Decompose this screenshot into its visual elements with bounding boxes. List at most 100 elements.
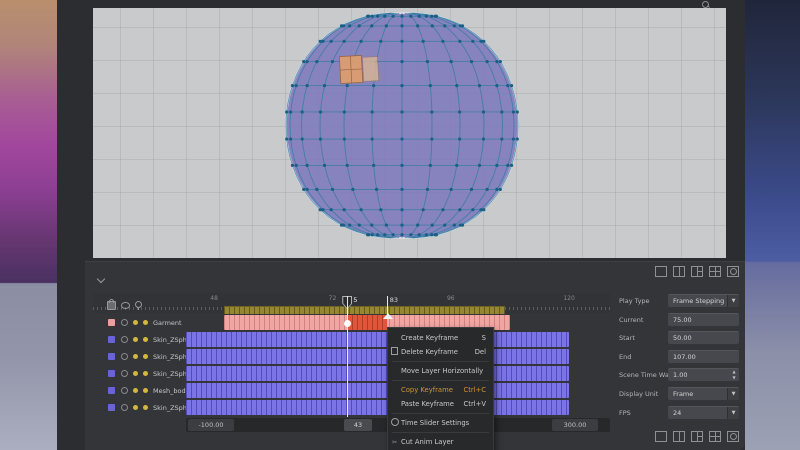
- layer-row[interactable]: Skin_ZSphere1_35: [93, 400, 610, 415]
- mesh-vertex[interactable]: [418, 15, 421, 18]
- layer-toggle-icon[interactable]: [121, 387, 128, 394]
- keyframe-dot-icon[interactable]: [143, 337, 148, 342]
- layout-timer-icon[interactable]: [727, 266, 739, 277]
- layer-row[interactable]: Skin_ZSphere1_25: [93, 349, 610, 364]
- play-type-dropdown[interactable]: Frame Stepping▼: [668, 294, 739, 307]
- mesh-vertex[interactable]: [321, 208, 324, 211]
- mesh-vertex[interactable]: [370, 24, 373, 27]
- mesh-vertex[interactable]: [343, 137, 346, 140]
- mesh-vertex[interactable]: [512, 137, 515, 140]
- play-range-bar[interactable]: [224, 306, 505, 314]
- mesh-vertex[interactable]: [471, 40, 474, 43]
- mesh-vertex[interactable]: [400, 208, 403, 211]
- layout-grid-icon[interactable]: [709, 431, 721, 442]
- menu-item-copy-keyframe[interactable]: Copy KeyframeCtrl+C: [388, 383, 493, 397]
- mesh-vertex[interactable]: [385, 24, 388, 27]
- layer-row[interactable]: Skin_ZSphere1_65: [93, 332, 610, 347]
- mesh-vertex[interactable]: [506, 164, 509, 167]
- mesh-vertex[interactable]: [385, 224, 388, 227]
- mesh-vertex[interactable]: [425, 233, 428, 236]
- scene-time-warp-spinner[interactable]: 1.00▲▼: [668, 368, 739, 381]
- mesh-vertex[interactable]: [461, 224, 464, 227]
- mesh-vertex[interactable]: [371, 137, 374, 140]
- layout-split-icon[interactable]: [673, 431, 685, 442]
- mesh-vertex[interactable]: [495, 164, 498, 167]
- mesh-vertex[interactable]: [422, 208, 425, 211]
- range-max-field[interactable]: 300.00: [552, 419, 598, 431]
- mesh-vertex[interactable]: [482, 208, 485, 211]
- mesh-vertex[interactable]: [330, 40, 333, 43]
- mesh-vertex[interactable]: [331, 188, 334, 191]
- mesh-vertex[interactable]: [482, 110, 485, 113]
- mesh-vertex[interactable]: [289, 137, 292, 140]
- display-unit-dropdown[interactable]: Frame▼: [668, 387, 739, 400]
- mesh-vertex[interactable]: [431, 24, 434, 27]
- mesh-vertex[interactable]: [470, 60, 473, 63]
- mesh-vertex[interactable]: [400, 224, 403, 227]
- mesh-vertex[interactable]: [400, 110, 403, 113]
- mesh-vertex[interactable]: [301, 110, 304, 113]
- menu-item-time-slider-settings[interactable]: Time Slider Settings: [388, 416, 493, 430]
- menu-item-paste-keyframe[interactable]: Paste KeyframeCtrl+V: [388, 397, 493, 411]
- mesh-vertex[interactable]: [499, 60, 502, 63]
- mesh-vertex[interactable]: [516, 137, 519, 140]
- mesh-vertex[interactable]: [400, 40, 403, 43]
- mesh-vertex[interactable]: [409, 233, 412, 236]
- layout-single-icon[interactable]: [655, 266, 667, 277]
- layer-toggle-icon[interactable]: [121, 336, 128, 343]
- mesh-vertex[interactable]: [348, 24, 351, 27]
- layer-toggle-icon[interactable]: [121, 370, 128, 377]
- layer-row[interactable]: Mesh_body_ZB_G: [93, 383, 610, 398]
- layer-row[interactable]: Garment: [93, 315, 610, 330]
- mesh-vertex[interactable]: [323, 164, 326, 167]
- mesh-vertex[interactable]: [471, 208, 474, 211]
- mesh-vertex[interactable]: [306, 164, 309, 167]
- mesh-vertex[interactable]: [400, 233, 403, 236]
- spinner-arrows-icon[interactable]: ▲▼: [729, 369, 739, 381]
- mesh-vertex[interactable]: [478, 84, 481, 87]
- mesh-vertex[interactable]: [302, 60, 305, 63]
- mesh-vertex[interactable]: [500, 137, 503, 140]
- mesh-vertex[interactable]: [479, 208, 482, 211]
- dropdown-arrow-icon[interactable]: ▼: [727, 388, 739, 400]
- mesh-vertex[interactable]: [441, 208, 444, 211]
- mesh-vertex[interactable]: [431, 224, 434, 227]
- layer-color-chip[interactable]: [108, 336, 115, 343]
- menu-item-create-keyframe[interactable]: Create KeyframeS: [388, 331, 493, 345]
- mesh-vertex[interactable]: [372, 84, 375, 87]
- mesh-vertex[interactable]: [430, 110, 433, 113]
- layer-toggle-icon[interactable]: [121, 319, 128, 326]
- keyframe-dot-icon[interactable]: [133, 320, 138, 325]
- mesh-vertex[interactable]: [416, 224, 419, 227]
- mesh-vertex[interactable]: [455, 84, 458, 87]
- lock-icon[interactable]: [107, 301, 116, 310]
- mesh-vertex[interactable]: [400, 15, 403, 18]
- mesh-vertex[interactable]: [372, 164, 375, 167]
- mesh-vertex[interactable]: [430, 15, 433, 18]
- keyframe-dot-icon[interactable]: [133, 337, 138, 342]
- range-min-field[interactable]: -100.00: [188, 419, 234, 431]
- mesh-vertex[interactable]: [400, 188, 403, 191]
- mesh-vertex[interactable]: [301, 137, 304, 140]
- spinner-down-icon[interactable]: ▼: [729, 375, 739, 381]
- current-field[interactable]: 75.00: [668, 313, 739, 326]
- mesh-vertex[interactable]: [343, 40, 346, 43]
- mesh-vertex[interactable]: [443, 24, 446, 27]
- layer-color-chip[interactable]: [108, 404, 115, 411]
- mesh-vertex[interactable]: [425, 15, 428, 18]
- mesh-vertex[interactable]: [371, 233, 374, 236]
- mesh-vertex[interactable]: [495, 60, 498, 63]
- mesh-vertex[interactable]: [495, 188, 498, 191]
- keyframe-dot-icon[interactable]: [143, 320, 148, 325]
- mesh-vertex[interactable]: [376, 15, 379, 18]
- keyframe-bar[interactable]: [186, 366, 569, 381]
- mesh-vertex[interactable]: [443, 224, 446, 227]
- mesh-vertex[interactable]: [482, 40, 485, 43]
- mesh-vertex[interactable]: [391, 15, 394, 18]
- mesh-vertex[interactable]: [342, 24, 345, 27]
- mesh-vertex[interactable]: [319, 208, 322, 211]
- mesh-vertex[interactable]: [289, 110, 292, 113]
- mesh-vertex[interactable]: [342, 224, 345, 227]
- magnifier-icon[interactable]: [702, 1, 709, 8]
- mesh-vertex[interactable]: [302, 188, 305, 191]
